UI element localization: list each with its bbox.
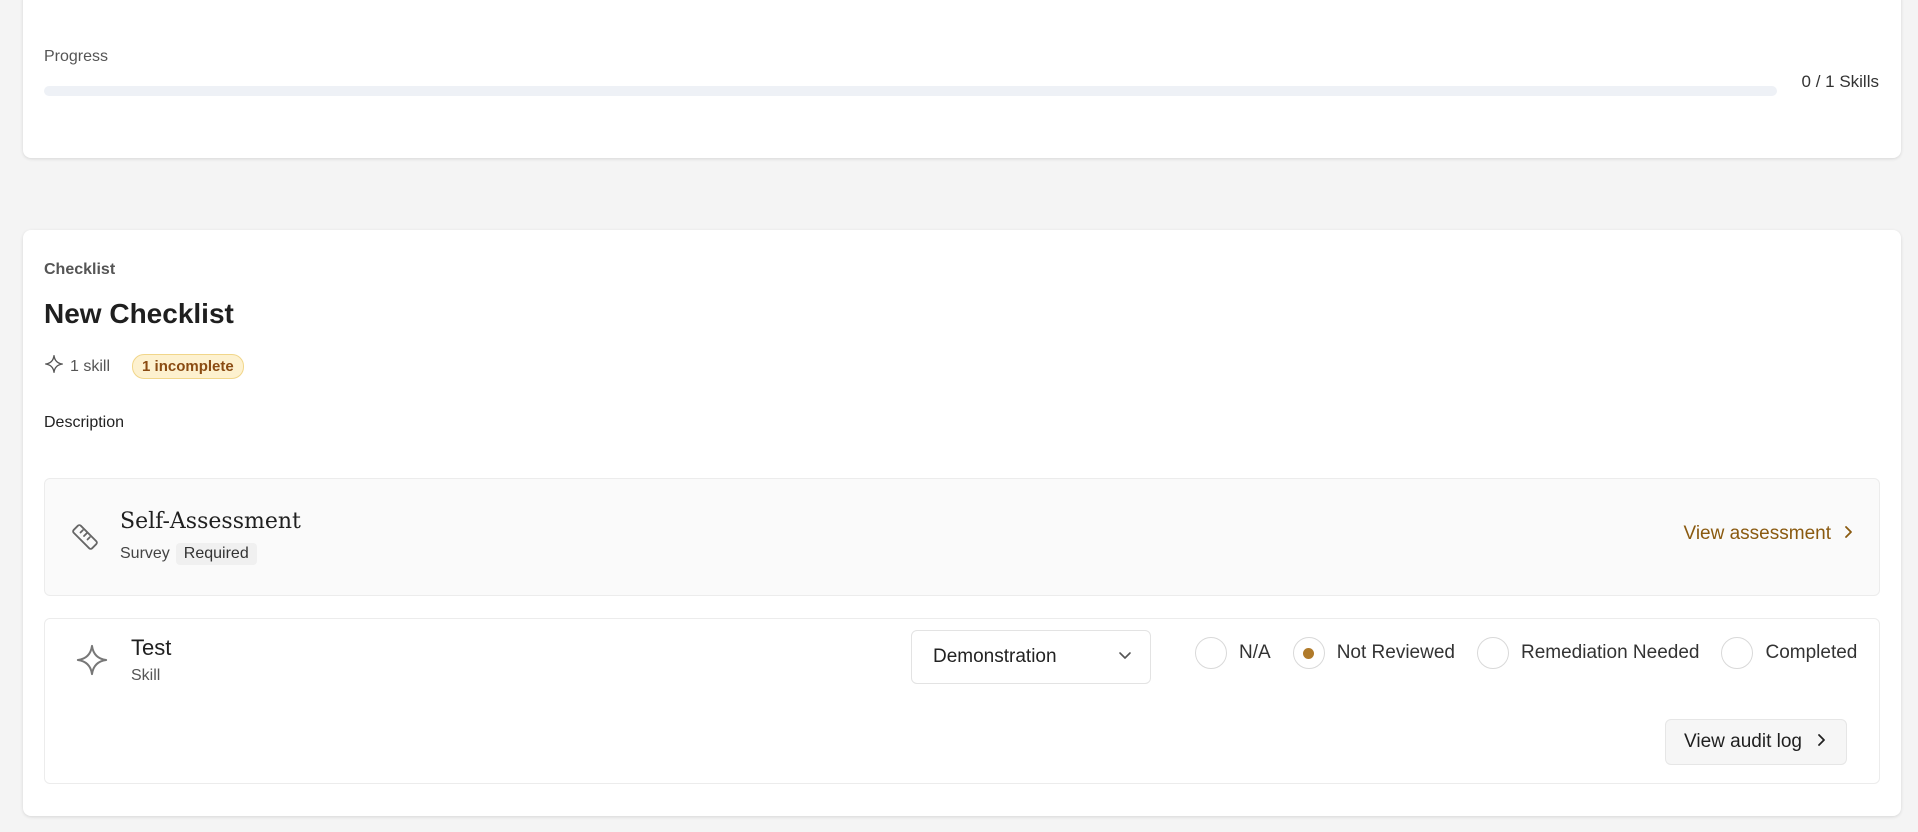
progress-count: 0 / 1 Skills <box>1801 72 1879 91</box>
ruler-icon <box>69 521 101 558</box>
status-label: Not Reviewed <box>1336 642 1455 663</box>
audit-button-label: View audit log <box>1684 731 1802 752</box>
status-label: Completed <box>1765 642 1858 663</box>
sparkle-icon <box>44 354 64 379</box>
status-option-not-reviewed[interactable]: Not Reviewed <box>1292 637 1455 669</box>
skill-count: 1 skill <box>44 354 110 379</box>
skill-row: Test Skill Demonstration N/A Not Reviewe… <box>44 618 1880 784</box>
checklist-card: Checklist New Checklist 1 skill 1 incomp… <box>23 230 1901 816</box>
checklist-meta: 1 skill 1 incomplete <box>44 354 244 379</box>
assessment-type: Survey <box>120 545 170 562</box>
evaluation-type-value: Demonstration <box>933 646 1057 667</box>
section-label: Checklist <box>44 261 116 278</box>
progress-label: Progress <box>44 48 109 65</box>
view-assessment-label: View assessment <box>1683 523 1832 544</box>
assessment-row: Self-Assessment Survey Required View ass… <box>44 478 1880 596</box>
required-tag: Required <box>175 543 257 565</box>
progress-bar <box>44 86 1777 96</box>
view-audit-log-button[interactable]: View audit log <box>1665 719 1847 765</box>
radio-button-selected[interactable] <box>1292 637 1325 669</box>
chevron-right-icon <box>1814 731 1828 753</box>
description-label: Description <box>44 414 125 431</box>
status-option-remediation-needed[interactable]: Remediation Needed <box>1476 637 1700 669</box>
skill-kind: Skill <box>131 667 161 684</box>
sparkle-icon <box>75 643 109 682</box>
incomplete-badge: 1 incomplete <box>132 354 244 379</box>
assessment-meta: Survey Required <box>120 543 257 565</box>
radio-button[interactable] <box>1721 637 1754 669</box>
radio-dot <box>1303 647 1315 659</box>
skill-count-text: 1 skill <box>70 357 111 375</box>
view-assessment-link[interactable]: View assessment <box>1684 523 1856 545</box>
radio-button[interactable] <box>1476 637 1509 669</box>
assessment-title: Self-Assessment <box>120 509 301 534</box>
status-radio-group: N/A Not Reviewed Remediation Needed Comp… <box>1195 637 1857 669</box>
chevron-down-icon <box>1118 646 1132 668</box>
skill-name: Test <box>131 635 172 660</box>
progress-card: Progress 0 / 1 Skills <box>23 0 1901 158</box>
chevron-right-icon <box>1841 523 1855 545</box>
status-label: Remediation Needed <box>1520 642 1700 663</box>
status-option-completed[interactable]: Completed <box>1721 637 1857 669</box>
checklist-title: New Checklist <box>44 298 234 329</box>
radio-button[interactable] <box>1195 637 1227 669</box>
evaluation-type-select[interactable]: Demonstration <box>911 630 1151 684</box>
status-label: N/A <box>1239 642 1271 663</box>
status-option-na[interactable]: N/A <box>1195 637 1271 669</box>
